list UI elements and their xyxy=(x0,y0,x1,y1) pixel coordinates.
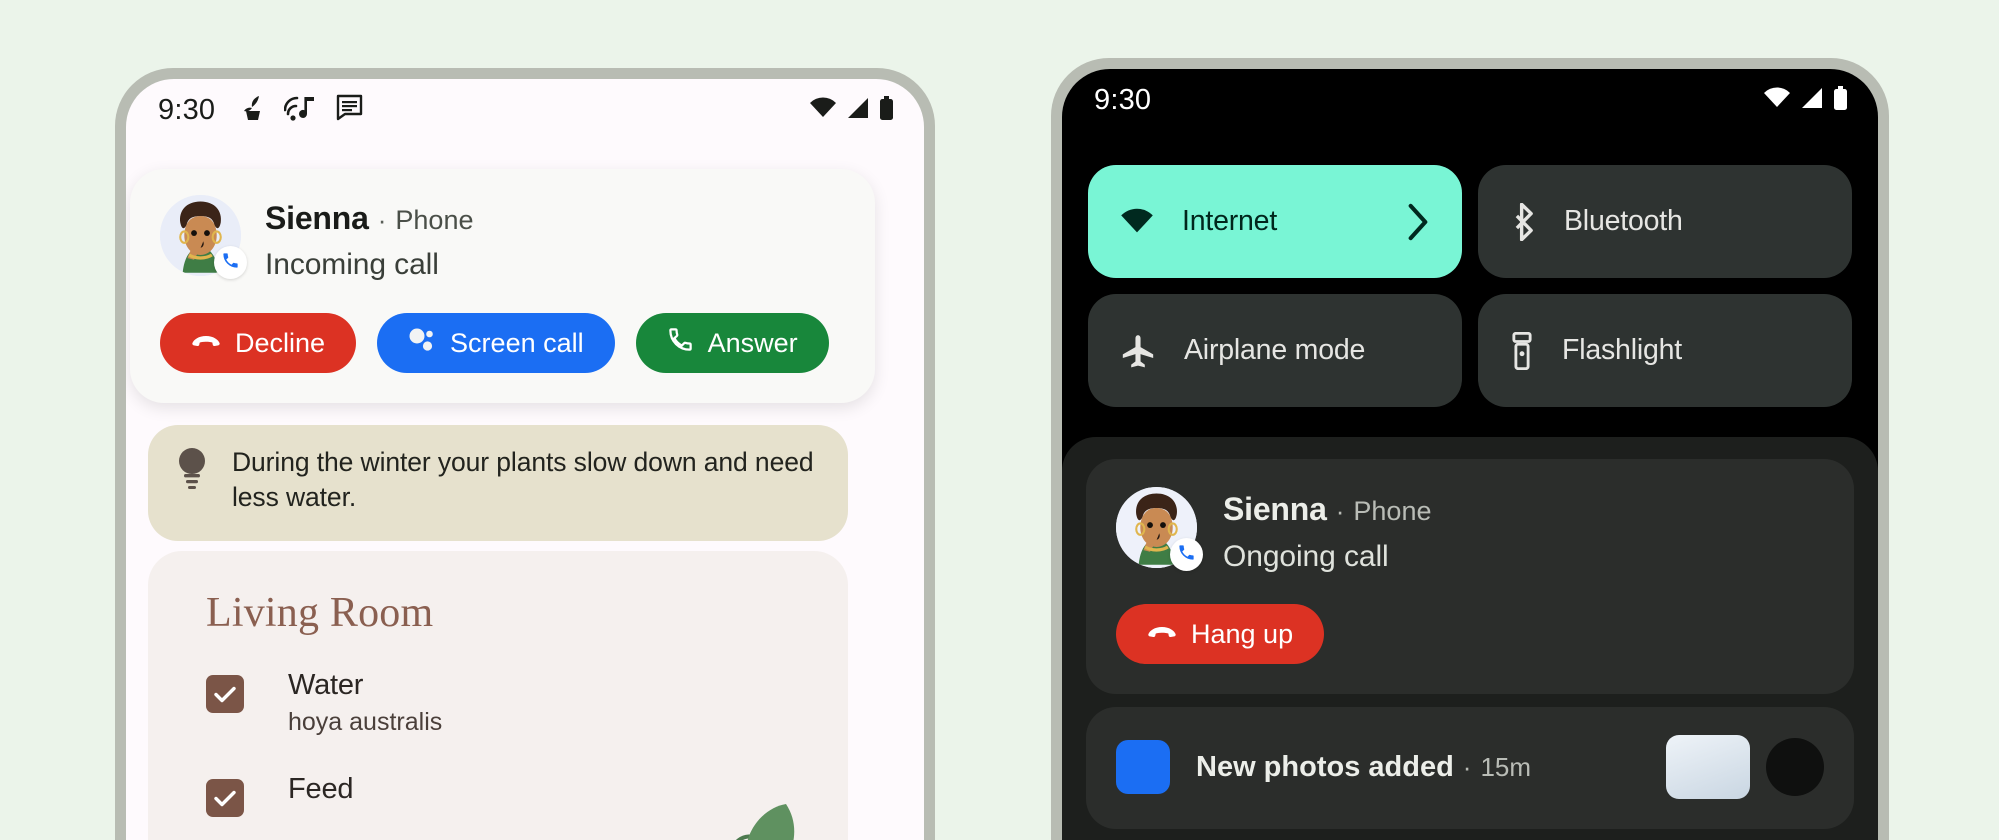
photos-notification-time: 15m xyxy=(1480,751,1532,782)
photos-notification-title: New photos added xyxy=(1196,750,1454,783)
quick-setting-label: Airplane mode xyxy=(1184,334,1366,366)
answer-button[interactable]: Answer xyxy=(635,313,829,373)
screen-call-button[interactable]: Screen call xyxy=(377,313,615,373)
assistant-icon xyxy=(408,327,436,360)
notification-text-block: Sienna · Phone Ongoing call xyxy=(1223,487,1431,574)
quick-setting-tile-flashlight[interactable]: Flashlight xyxy=(1478,294,1852,407)
wifi-icon xyxy=(1763,86,1791,114)
task-subtitle: hoya australis xyxy=(288,708,443,736)
task-checkbox[interactable] xyxy=(206,675,244,713)
task-row[interactable]: Water hoya australis xyxy=(206,669,848,737)
phone-call-icon xyxy=(1177,543,1196,567)
quick-setting-label: Bluetooth xyxy=(1564,205,1683,237)
call-icon xyxy=(667,326,694,360)
message-icon xyxy=(336,94,363,126)
caller-name: Sienna xyxy=(265,200,369,236)
hang-up-button-label: Hang up xyxy=(1191,618,1294,649)
plant-sprout-icon xyxy=(241,94,265,127)
notification-shade: Sienna · Phone Ongoing call Hang up New … xyxy=(1062,437,1878,840)
call-state: Ongoing call xyxy=(1223,540,1389,573)
app-name: Phone xyxy=(395,205,474,235)
status-bar-clock: 9:30 xyxy=(158,93,216,126)
status-bar-left: 9:30 xyxy=(126,79,924,141)
notification-header: Sienna · Phone Ongoing call xyxy=(1116,487,1824,574)
task-row[interactable]: Feed xyxy=(206,773,848,817)
app-badge xyxy=(214,246,247,279)
cellular-signal-icon xyxy=(846,97,870,124)
phone-screen-left: 9:30 During the winter your plants slow … xyxy=(126,79,924,840)
app-name: Phone xyxy=(1353,496,1432,526)
call-header: Sienna · Phone Incoming call xyxy=(160,195,845,282)
status-bar-notification-icons xyxy=(241,94,363,127)
separator-dot: · xyxy=(1335,496,1345,526)
task-body: Feed xyxy=(288,773,354,806)
wifi-icon xyxy=(1120,208,1154,235)
photos-app-icon xyxy=(1116,740,1170,794)
battery-icon xyxy=(1833,85,1848,115)
phone-screen-right: 9:30 Internet Bluetooth Airplane mode Fl… xyxy=(1062,69,1878,840)
task-name: Feed xyxy=(288,773,354,805)
decline-button-label: Decline xyxy=(235,327,326,358)
photos-notification-title-row: New photos added · 15m xyxy=(1196,751,1666,784)
quick-setting-tile-internet[interactable]: Internet xyxy=(1088,165,1462,278)
task-list: Water hoya australis Feed xyxy=(148,637,848,817)
flashlight-icon xyxy=(1510,331,1534,370)
phone-device-left: 9:30 During the winter your plants slow … xyxy=(115,68,935,840)
chevron-right-icon[interactable] xyxy=(1406,203,1430,241)
photos-notification[interactable]: New photos added · 15m xyxy=(1086,707,1854,829)
avatar-wrapper xyxy=(160,195,247,279)
wifi-icon xyxy=(809,96,837,124)
plant-tip-card: During the winter your plants slow down … xyxy=(148,425,848,541)
call-text-block: Sienna · Phone Incoming call xyxy=(265,195,473,282)
call-end-icon xyxy=(191,328,221,359)
call-action-buttons: Decline Screen call Answer xyxy=(160,313,845,373)
task-body: Water hoya australis xyxy=(288,669,442,737)
battery-icon xyxy=(879,95,894,125)
airplane-icon xyxy=(1120,334,1156,368)
call-state: Incoming call xyxy=(265,248,439,281)
quick-setting-label: Flashlight xyxy=(1562,334,1682,366)
photo-thumbnails xyxy=(1666,735,1824,799)
plant-tip-text: During the winter your plants slow down … xyxy=(232,447,814,512)
caller-name: Sienna xyxy=(1223,491,1327,527)
status-bar-right: 9:30 xyxy=(1062,69,1878,131)
phone-call-icon xyxy=(221,251,240,275)
task-name: Water xyxy=(288,669,364,701)
answer-button-label: Answer xyxy=(707,327,798,358)
lightbulb-icon xyxy=(174,445,210,515)
photo-thumbnail-circle[interactable] xyxy=(1766,738,1824,796)
call-end-icon xyxy=(1147,619,1177,650)
incoming-call-notification[interactable]: Sienna · Phone Incoming call Decline Scr… xyxy=(130,169,875,403)
screen-call-button-label: Screen call xyxy=(450,327,584,358)
avatar-wrapper xyxy=(1116,487,1203,571)
quick-setting-label: Internet xyxy=(1182,205,1278,237)
separator-dot: · xyxy=(1462,751,1472,782)
phone-device-right: 9:30 Internet Bluetooth Airplane mode Fl… xyxy=(1051,58,1889,840)
status-bar-clock: 9:30 xyxy=(1094,83,1152,116)
task-checkbox[interactable] xyxy=(206,779,244,817)
quick-setting-tile-airplane-mode[interactable]: Airplane mode xyxy=(1088,294,1462,407)
status-bar-system-icons xyxy=(1763,85,1848,115)
app-badge xyxy=(1170,538,1203,571)
living-room-card: Living Room Water hoya australis Feed xyxy=(148,551,848,840)
screenshot-stage: 9:30 During the winter your plants slow … xyxy=(0,0,1999,840)
status-bar-system-icons xyxy=(809,95,894,125)
photo-thumbnail[interactable] xyxy=(1666,735,1750,799)
decline-button[interactable]: Decline xyxy=(160,313,357,373)
separator-dot: · xyxy=(377,205,387,235)
ongoing-call-notification[interactable]: Sienna · Phone Ongoing call Hang up xyxy=(1086,459,1854,694)
music-cast-icon xyxy=(283,94,317,127)
quick-settings-grid: Internet Bluetooth Airplane mode Flashli… xyxy=(1062,131,1878,407)
hang-up-button[interactable]: Hang up xyxy=(1116,604,1325,664)
notification-action-buttons: Hang up xyxy=(1116,604,1824,664)
cellular-signal-icon xyxy=(1800,87,1824,114)
bluetooth-icon xyxy=(1510,202,1536,241)
quick-setting-tile-bluetooth[interactable]: Bluetooth xyxy=(1478,165,1852,278)
notification-title-row: Sienna · Phone xyxy=(1223,491,1431,528)
photos-notification-body: New photos added · 15m xyxy=(1196,751,1666,784)
room-title: Living Room xyxy=(206,590,434,636)
call-title-row: Sienna · Phone xyxy=(265,200,473,237)
